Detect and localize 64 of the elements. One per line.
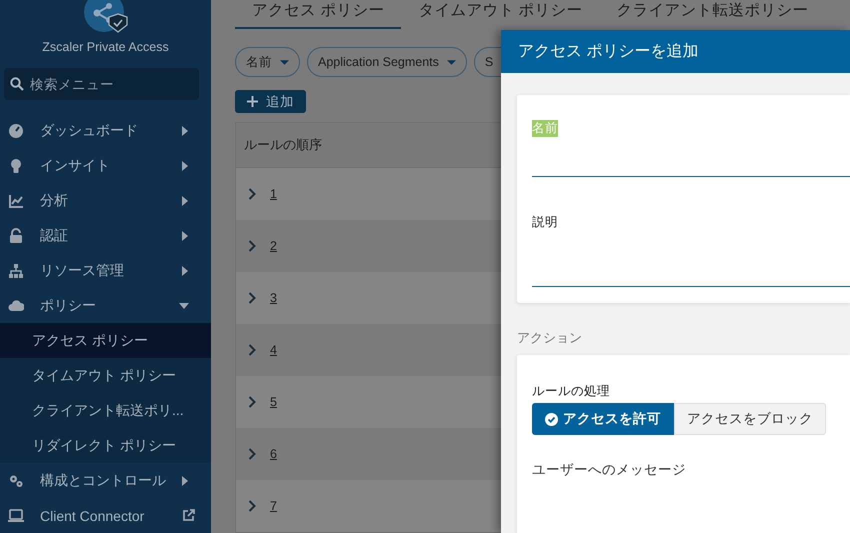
segment-button[interactable]: アクセスをブロック (674, 403, 826, 435)
cloud-icon (8, 298, 24, 314)
logo-icon (82, 0, 130, 34)
sidebar-item[interactable]: ポリシー (0, 288, 211, 324)
sidebar-item[interactable]: リソース管理 (0, 254, 211, 288)
field-label: 説明 (532, 214, 558, 231)
gauge-icon (8, 123, 24, 140)
sidebar-item[interactable]: ダッシュボード (0, 114, 211, 149)
tab[interactable]: クライアント転送ポリシー (600, 0, 826, 29)
chevron-right-icon[interactable] (248, 448, 256, 460)
sidebar-item[interactable]: 認証 (0, 218, 211, 254)
field-label: ルールの処理 (532, 383, 610, 400)
hierarchy-icon (8, 262, 24, 279)
rule-order-link[interactable]: 6 (270, 447, 277, 461)
filter-dropdown[interactable]: Application Segments (307, 47, 467, 77)
product-title: Zscaler Private Access (42, 40, 169, 54)
caret-right-icon (181, 231, 189, 242)
external-link-icon (182, 509, 195, 522)
sidebar-item[interactable]: 構成とコントロール (0, 463, 211, 498)
sidebar-item[interactable]: インサイト (0, 148, 211, 184)
rule-order-link[interactable]: 5 (270, 395, 277, 409)
chevron-right-icon[interactable] (248, 344, 256, 356)
tab[interactable]: タイムアウト ポリシー (401, 0, 600, 29)
chevron-right-icon[interactable] (248, 240, 256, 252)
caret-right-icon (181, 266, 189, 276)
check-circle-icon (545, 412, 558, 426)
section-label: アクション (516, 329, 583, 347)
sidebar-subitem[interactable]: クライアント転送ポリ... (0, 393, 211, 428)
rule-order-link[interactable]: 2 (270, 239, 277, 253)
caret-right-icon (181, 126, 189, 136)
chevron-right-icon[interactable] (248, 292, 256, 304)
plus-icon (247, 96, 258, 107)
lightbulb-icon (8, 158, 24, 174)
search-icon (10, 77, 24, 91)
segment-button[interactable]: アクセスを許可 (532, 403, 674, 435)
caret-down-icon (280, 60, 289, 64)
field-label: ユーザーへのメッセージ (532, 461, 687, 479)
sidebar-subitem[interactable]: タイムアウト ポリシー (0, 358, 211, 394)
caret-right-icon (181, 476, 189, 486)
panel-title: アクセス ポリシーを追加 (501, 30, 850, 73)
line-chart-icon (8, 193, 24, 210)
chevron-right-icon[interactable] (248, 188, 256, 200)
filter-dropdown[interactable]: 名前 (235, 47, 300, 77)
rule-order-link[interactable]: 1 (270, 187, 277, 201)
chevron-right-icon[interactable] (248, 396, 256, 408)
add-button[interactable]: 追加 (235, 90, 306, 113)
sidebar-subitem[interactable]: リダイレクト ポリシー (0, 428, 211, 464)
sidebar-item[interactable]: Client Connector (0, 498, 211, 533)
rule-order-link[interactable]: 7 (270, 499, 277, 513)
gears-icon (8, 472, 24, 489)
rule-order-link[interactable]: 4 (270, 343, 277, 357)
caret-right-icon (181, 196, 189, 206)
caret-down-icon (179, 302, 189, 309)
caret-right-icon (181, 161, 189, 172)
chevron-right-icon[interactable] (248, 500, 256, 512)
caret-down-icon (446, 60, 456, 64)
field-label: 名前 (532, 120, 558, 137)
sidebar-subitem[interactable]: アクセス ポリシー (0, 323, 211, 358)
tab[interactable]: アクセス ポリシー (235, 0, 402, 29)
search-field[interactable]: 検索メニュー (4, 68, 199, 100)
laptop-icon (8, 508, 24, 524)
rule-order-link[interactable]: 3 (270, 291, 277, 305)
padlock-icon (8, 228, 24, 244)
sidebar-item[interactable]: 分析 (0, 184, 211, 219)
